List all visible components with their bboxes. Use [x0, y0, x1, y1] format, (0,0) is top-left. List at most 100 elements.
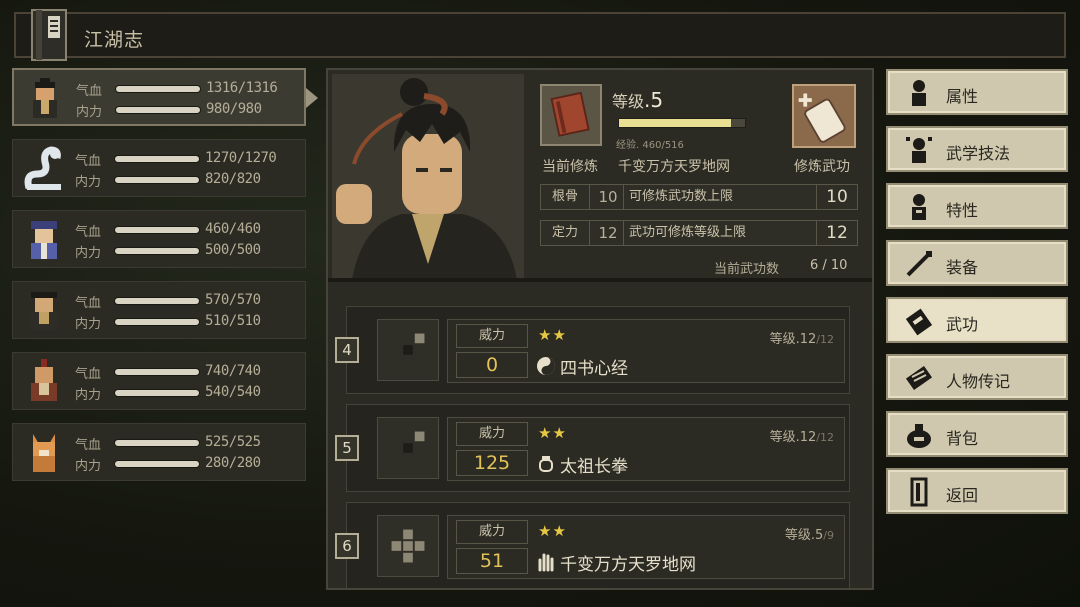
character-card[interactable]: 气血 460/460 内力 500/500: [12, 210, 306, 268]
skill-grid-icon: [377, 417, 439, 479]
star-rating: ★★: [538, 424, 567, 442]
fox-avatar-icon: [33, 434, 55, 472]
hp-bar: [116, 86, 200, 92]
mp-bar: [115, 248, 199, 254]
yin-yang-icon: [537, 357, 555, 375]
character-card[interactable]: 气血 525/525 内力 280/280: [12, 423, 306, 481]
character-card[interactable]: 气血 1270/1270 内力 820/820: [12, 139, 306, 197]
skill-card[interactable]: 6 威力 51 ★★ 等级.5/9 千变万方天罗地网: [335, 502, 850, 588]
power-value: 0: [456, 352, 528, 378]
skill-card[interactable]: 5 威力 125 ★★ 等级.12/12 太祖长拳: [335, 404, 850, 492]
mp-label: 内力: [75, 317, 102, 332]
martial-arts-panel: 等级.5 经验. 460/516 当前修炼 千变万方天罗地网 修炼武功 根骨 1…: [326, 68, 874, 590]
stat-value: 12: [593, 221, 624, 245]
technique-icon: [906, 137, 932, 163]
stat-tag: 定力: [541, 221, 590, 245]
skill-slot-number: 4: [335, 337, 359, 363]
hp-value: 525/525: [205, 434, 261, 450]
hp-label: 气血: [75, 154, 102, 169]
stat-limit: 10: [816, 184, 858, 210]
menu-label: 武功: [946, 315, 979, 334]
hp-bar: [115, 227, 199, 233]
snake-avatar-icon: [24, 146, 61, 190]
skill-grid-icon: [377, 515, 439, 577]
skill-slot-number: 6: [335, 533, 359, 559]
menu-traits-button[interactable]: 特性: [886, 183, 1068, 229]
mp-label: 内力: [75, 459, 102, 474]
stat-row-root-bone: 根骨 10 可修炼武功数上限 10: [540, 184, 858, 210]
character-card[interactable]: 气血 570/570 内力 510/510: [12, 281, 306, 339]
xp-text: 经验. 460/516: [616, 140, 684, 151]
mp-bar: [115, 319, 199, 325]
menu-techniques-button[interactable]: 武学技法: [886, 126, 1068, 172]
book-icon: [31, 9, 67, 61]
scholar-avatar-icon: [31, 221, 57, 259]
hp-value: 460/460: [205, 221, 261, 237]
skill-name: 四书心经: [560, 359, 628, 379]
manual-book-icon: [540, 84, 602, 146]
hp-label: 气血: [75, 367, 102, 382]
menu-bag-button[interactable]: 背包: [886, 411, 1068, 457]
hp-bar: [115, 369, 199, 375]
top-bar: 江湖志: [14, 9, 1066, 61]
mp-bar: [115, 177, 199, 183]
mp-value: 510/510: [205, 313, 261, 329]
menu-label: 人物传记: [946, 372, 1011, 391]
bag-icon: [907, 424, 931, 448]
skill-slot-number: 5: [335, 435, 359, 461]
skill-info: 威力 51 ★★ 等级.5/9 千变万方天罗地网: [447, 515, 845, 579]
practice-button[interactable]: [792, 84, 856, 148]
trait-icon: [912, 194, 926, 220]
divider: [328, 278, 872, 282]
hp-bar: [115, 440, 199, 446]
menu-label: 装备: [946, 258, 979, 277]
hp-value: 1316/1316: [206, 80, 278, 96]
hp-value: 570/570: [205, 292, 261, 308]
mp-label: 内力: [76, 105, 103, 120]
scroll-icon: [905, 365, 933, 391]
skill-count-value: 6 / 10: [810, 258, 848, 273]
xp-bar-fill: [619, 119, 732, 127]
sword-icon: [906, 251, 932, 277]
character-card[interactable]: 气血 1316/1316 内力 980/980: [12, 68, 306, 126]
star-rating: ★★: [538, 326, 567, 344]
mp-label: 内力: [75, 175, 102, 190]
stat-value: 10: [593, 185, 624, 209]
book-icon: [905, 308, 933, 336]
star-rating: ★★: [538, 522, 567, 540]
mp-value: 540/540: [205, 384, 261, 400]
character-card[interactable]: 气血 740/740 内力 540/540: [12, 352, 306, 410]
stat-row-concentration: 定力 12 武功可修炼等级上限 12: [540, 220, 858, 246]
hero-avatar-icon: [33, 78, 57, 118]
fist-icon: [539, 456, 553, 472]
mp-label: 内力: [75, 388, 102, 403]
palm-icon: [538, 553, 554, 572]
current-training-label: 当前修炼: [542, 159, 598, 175]
stat-desc: 可修炼武功数上限: [629, 189, 734, 204]
menu-label: 武学技法: [946, 144, 1011, 163]
selection-arrow-icon: [306, 88, 318, 108]
skill-card[interactable]: 4 威力 0 ★★ 等级.12/12 四书心经: [335, 306, 850, 394]
power-label: 威力: [456, 324, 528, 348]
hp-label: 气血: [76, 84, 103, 99]
mp-bar: [115, 461, 199, 467]
power-label: 威力: [456, 520, 528, 544]
menu-back-button[interactable]: 返回: [886, 468, 1068, 514]
character-portrait: [332, 74, 524, 280]
skill-name: 太祖长拳: [560, 457, 628, 477]
hp-label: 气血: [75, 225, 102, 240]
skill-level: 等级.12/12: [769, 430, 834, 445]
menu-label: 背包: [946, 429, 979, 448]
menu-martial-arts-button[interactable]: 武功: [886, 297, 1068, 343]
hp-label: 气血: [75, 438, 102, 453]
mp-value: 500/500: [205, 242, 261, 258]
mp-label: 内力: [75, 246, 102, 261]
menu-biography-button[interactable]: 人物传记: [886, 354, 1068, 400]
skill-info: 威力 125 ★★ 等级.12/12 太祖长拳: [447, 417, 845, 481]
power-value: 125: [456, 450, 528, 476]
menu-attributes-button[interactable]: 属性: [886, 69, 1068, 115]
mp-bar: [116, 107, 200, 113]
hp-value: 740/740: [205, 363, 261, 379]
menu-equipment-button[interactable]: 装备: [886, 240, 1068, 286]
menu-label: 返回: [946, 486, 979, 505]
